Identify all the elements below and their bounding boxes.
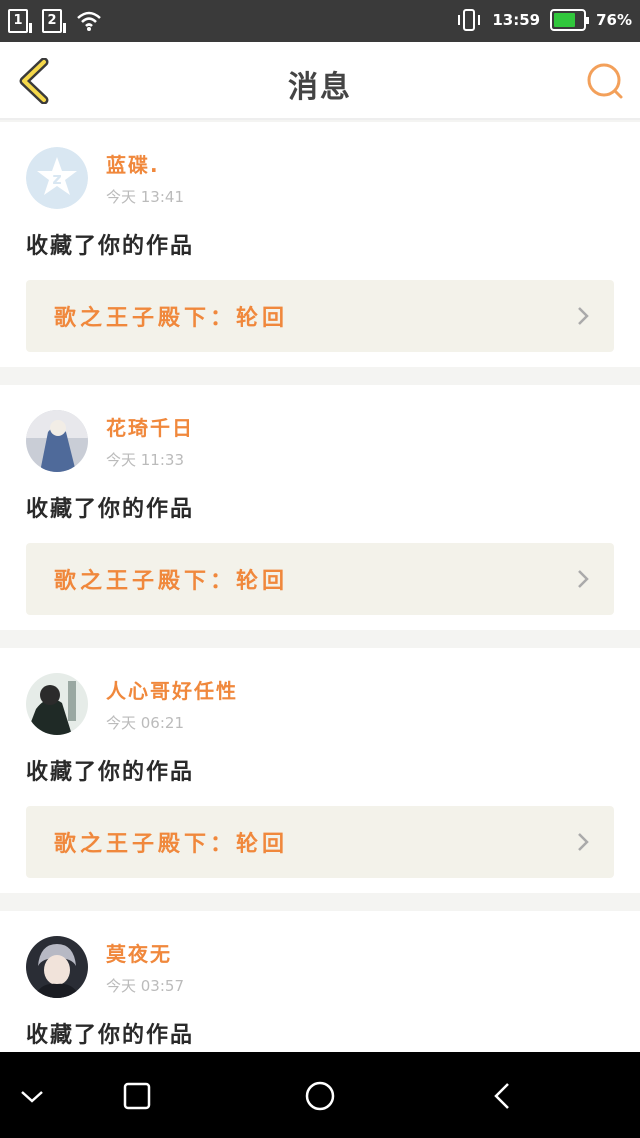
timestamp: 今天 13:41 (106, 188, 184, 206)
svg-text:z: z (52, 169, 61, 188)
search-icon[interactable] (586, 62, 624, 100)
vibrate-icon (458, 9, 481, 31)
avatar[interactable]: z (26, 147, 88, 209)
chevron-right-icon (578, 307, 589, 325)
battery-percent: 76% (596, 11, 632, 29)
chevron-down-icon[interactable] (16, 1080, 48, 1112)
work-title: 歌之王子殿下：轮回 (54, 306, 289, 331)
work-link[interactable]: 歌之王子殿下：轮回 (26, 806, 614, 878)
timestamp: 今天 06:21 (106, 714, 184, 732)
sim1-icon: 1 (8, 9, 32, 33)
sim2-label: 2 (47, 13, 57, 28)
sim1-label: 1 (13, 13, 23, 28)
work-title: 歌之王子殿下：轮回 (54, 569, 289, 594)
avatar[interactable] (26, 673, 88, 735)
status-bar: 1 2 13:59 76% (0, 0, 640, 42)
action-text: 收藏了你的作品 (26, 1023, 195, 1048)
avatar[interactable] (26, 936, 88, 998)
battery-fill (554, 13, 576, 27)
page-title: 消息 (288, 70, 352, 105)
action-text: 收藏了你的作品 (26, 497, 195, 522)
recents-icon[interactable] (121, 1080, 153, 1112)
work-link[interactable]: 歌之王子殿下：轮回 (26, 543, 614, 615)
username[interactable]: 人心哥好任性 (106, 675, 238, 704)
message-card: 花琦千日 今天 11:33 收藏了你的作品 歌之王子殿下：轮回 (0, 385, 640, 630)
wifi-icon (77, 11, 101, 31)
work-link[interactable]: 歌之王子殿下：轮回 (26, 280, 614, 352)
chevron-right-icon (578, 570, 589, 588)
username[interactable]: 花琦千日 (106, 412, 194, 441)
username[interactable]: 蓝碟. (106, 149, 184, 178)
timestamp: 今天 11:33 (106, 451, 184, 469)
battery-icon (550, 9, 590, 31)
home-icon[interactable] (304, 1080, 336, 1112)
action-text: 收藏了你的作品 (26, 234, 195, 259)
system-nav-bar (0, 1052, 640, 1138)
action-text: 收藏了你的作品 (26, 760, 195, 785)
timestamp: 今天 03:57 (106, 977, 184, 995)
message-card: 莫夜无 今天 03:57 收藏了你的作品 (0, 911, 640, 1052)
sim2-icon: 2 (42, 9, 66, 33)
username[interactable]: 莫夜无 (106, 938, 184, 967)
app-header: 消息 (0, 42, 640, 120)
chevron-right-icon (578, 833, 589, 851)
avatar[interactable] (26, 410, 88, 472)
message-card: z 蓝碟. 今天 13:41 收藏了你的作品 歌之王子殿下：轮回 (0, 122, 640, 367)
message-list[interactable]: z 蓝碟. 今天 13:41 收藏了你的作品 歌之王子殿下：轮回 花琦千日 今天… (0, 122, 640, 1052)
clock: 13:59 (492, 11, 541, 29)
work-title: 歌之王子殿下：轮回 (54, 832, 289, 857)
back-nav-icon[interactable] (488, 1080, 520, 1112)
message-card: 人心哥好任性 今天 06:21 收藏了你的作品 歌之王子殿下：轮回 (0, 648, 640, 893)
